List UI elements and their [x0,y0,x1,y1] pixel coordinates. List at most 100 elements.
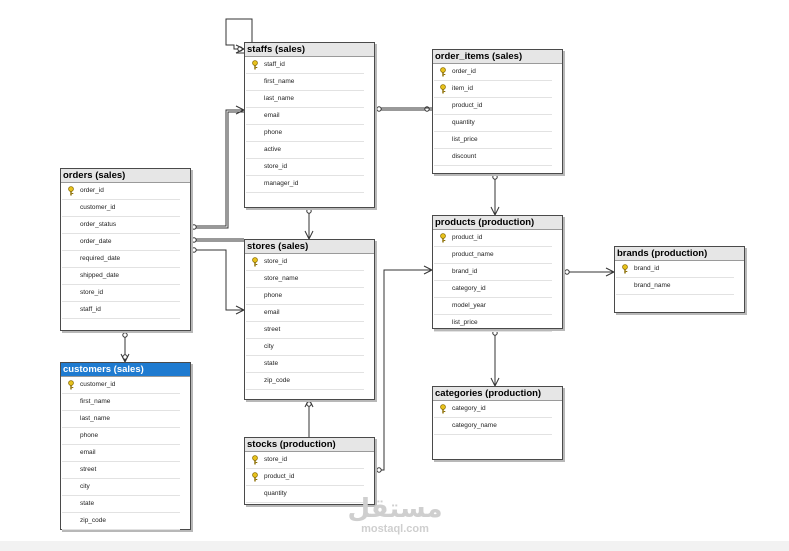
column-row-staffs[interactable]: email [246,108,364,125]
watermark-arabic: مستقل [347,494,443,524]
column-name: staff_id [80,306,101,313]
column-row-stores[interactable]: zip_code [246,373,364,390]
column-name: brand_id [634,265,660,272]
column-row-customers[interactable]: customer_id [62,377,180,394]
column-name: state [264,360,279,367]
table-order-items[interactable]: order_items (sales) order_id item_id produ… [432,49,563,174]
column-row-stocks[interactable]: product_id [246,469,364,486]
column-name: brand_name [634,282,671,289]
column-name: store_id [264,456,288,463]
column-name: email [264,112,280,119]
column-row-customers[interactable]: city [62,479,180,496]
column-row-stores[interactable]: store_name [246,271,364,288]
column-name: customer_id [80,204,116,211]
primary-key-icon [251,60,259,70]
column-row-orders[interactable]: order_date [62,234,180,251]
column-row-order_items[interactable]: discount [434,149,552,166]
column-row-order_items[interactable]: item_id [434,81,552,98]
column-row-orders[interactable]: required_date [62,251,180,268]
column-name: street [80,466,97,473]
primary-key-icon [67,380,75,390]
relationship-orders-stores [190,238,244,242]
column-name: order_status [80,221,117,228]
column-name: model_year [452,302,486,309]
column-row-customers[interactable]: first_name [62,394,180,411]
table-stocks-title: stocks (production) [245,438,374,452]
relationship-products-stocks [374,269,432,471]
column-row-order_items[interactable]: quantity [434,115,552,132]
column-row-orders[interactable]: customer_id [62,200,180,217]
column-name: order_id [80,187,104,194]
column-row-orders[interactable]: store_id [62,285,180,302]
column-row-orders[interactable]: shipped_date [62,268,180,285]
column-row-products[interactable]: category_id [434,281,552,298]
column-row-orders[interactable]: order_status [62,217,180,234]
column-row-customers[interactable]: state [62,496,180,513]
column-row-order_items[interactable]: list_price [434,132,552,149]
column-row-stores[interactable]: street [246,322,364,339]
column-row-customers[interactable]: email [62,445,180,462]
column-row-staffs[interactable]: first_name [246,74,364,91]
column-row-customers[interactable]: phone [62,428,180,445]
column-row-products[interactable]: product_name [434,247,552,264]
column-row-categories[interactable]: category_name [434,418,552,435]
column-row-brands[interactable]: brand_id [616,261,734,278]
column-row-staffs[interactable]: manager_id [246,176,364,193]
column-row-stores[interactable]: state [246,356,364,373]
table-orders[interactable]: orders (sales) order_id customer_id order_… [60,168,191,331]
column-row-staffs[interactable]: store_id [246,159,364,176]
primary-key-icon [439,84,447,94]
watermark-latin: mostaql.com [361,523,429,535]
column-row-products[interactable]: product_id [434,230,552,247]
column-row-staffs[interactable]: active [246,142,364,159]
column-name: city [264,343,274,350]
column-row-products[interactable]: model_year [434,298,552,315]
table-staffs[interactable]: staffs (sales) staff_id first_name last_na… [244,42,375,208]
table-categories[interactable]: categories (production) category_id categ… [432,386,563,460]
table-products[interactable]: products (production) product_id product_… [432,215,563,332]
column-row-customers[interactable]: street [62,462,180,479]
primary-key-icon [67,186,75,196]
column-name: store_id [264,163,288,170]
column-row-orders[interactable]: order_id [62,183,180,200]
column-name: product_id [452,234,483,241]
column-row-brands[interactable]: brand_name [616,278,734,295]
column-name: store_id [80,289,104,296]
table-customers-title: customers (sales) [61,363,190,377]
column-name: staff_id [264,61,285,68]
column-name: phone [264,292,283,299]
column-row-orders[interactable]: staff_id [62,302,180,319]
table-customers[interactable]: customers (sales) customer_id first_name l… [60,362,191,530]
column-row-stores[interactable]: city [246,339,364,356]
column-row-order_items[interactable]: order_id [434,64,552,81]
primary-key-icon [621,264,629,274]
column-row-stores[interactable]: phone [246,288,364,305]
table-stores[interactable]: stores (sales) store_id store_name phone em… [244,239,375,400]
column-name: category_id [452,405,486,412]
column-row-customers[interactable]: zip_code [62,513,180,530]
table-brands[interactable]: brands (production) brand_id brand_name [614,246,745,313]
column-row-stores[interactable]: store_id [246,254,364,271]
column-row-products[interactable]: brand_id [434,264,552,281]
table-staffs-title: staffs (sales) [245,43,374,57]
column-row-staffs[interactable]: phone [246,125,364,142]
column-name: shipped_date [80,272,120,279]
column-row-staffs[interactable]: staff_id [246,57,364,74]
column-name: state [80,500,95,507]
column-name: discount [452,153,477,160]
column-name: active [264,146,281,153]
column-row-staffs[interactable]: last_name [246,91,364,108]
primary-key-icon [439,404,447,414]
column-row-categories[interactable]: category_id [434,401,552,418]
column-name: zip_code [80,517,107,524]
column-row-customers[interactable]: last_name [62,411,180,428]
primary-key-icon [439,67,447,77]
column-row-order_items[interactable]: product_id [434,98,552,115]
column-row-stores[interactable]: email [246,305,364,322]
diagram-canvas: staffs (sales) staff_id first_name last_na… [0,0,789,551]
column-name: phone [80,432,99,439]
table-brands-title: brands (production) [615,247,744,261]
primary-key-icon [251,472,259,482]
column-row-products[interactable]: list_price [434,315,552,332]
column-row-stocks[interactable]: store_id [246,452,364,469]
